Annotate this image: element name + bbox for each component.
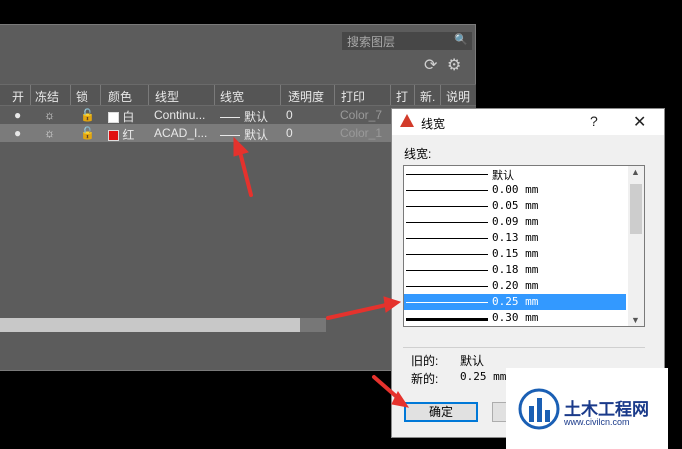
watermark-url: www.civilcn.com <box>564 417 630 427</box>
arrow-to-ok <box>372 375 400 400</box>
civilcn-logo-icon <box>518 388 560 430</box>
watermark: 土木工程网 www.civilcn.com <box>506 368 668 449</box>
arrow-to-selection <box>326 303 388 320</box>
arrow-to-lineweight <box>238 150 253 197</box>
